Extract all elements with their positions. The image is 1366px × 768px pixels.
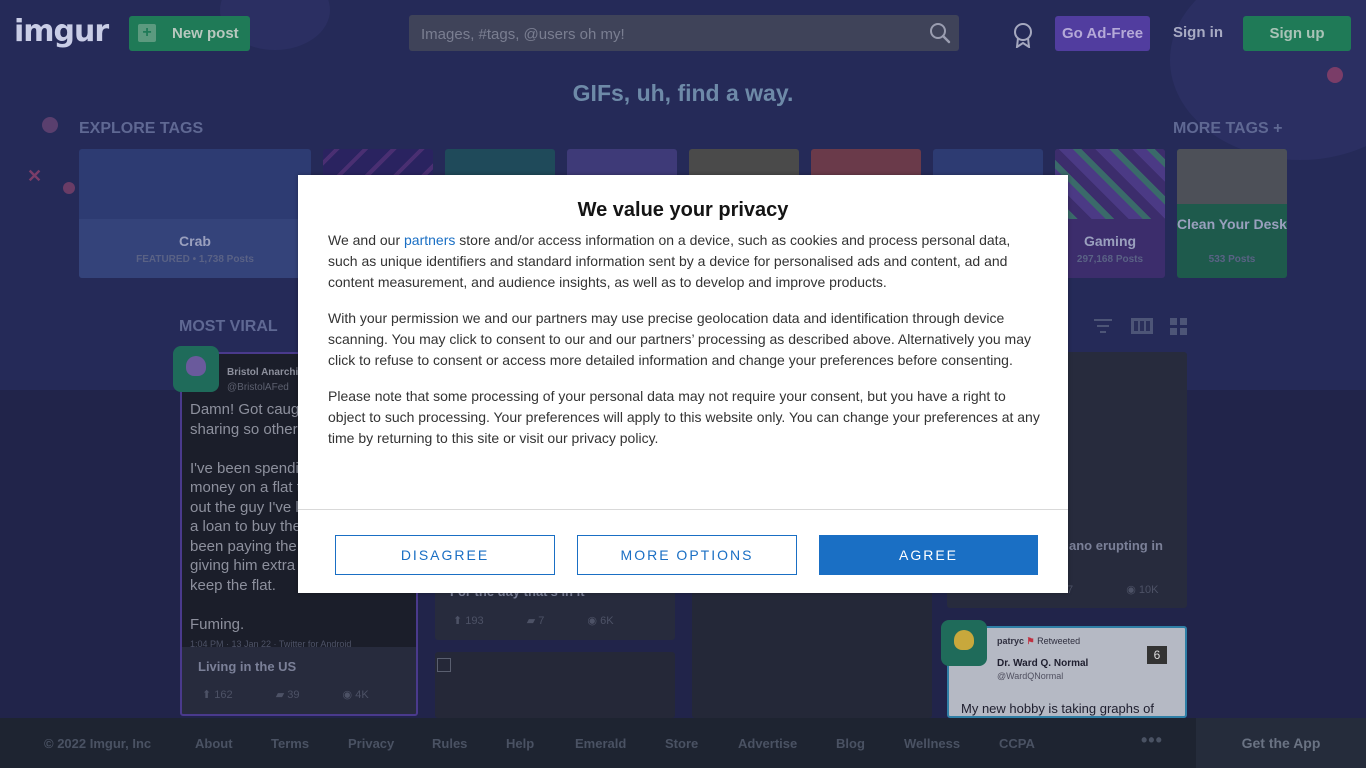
more-options-button[interactable]: MORE OPTIONS xyxy=(577,535,797,575)
disagree-button[interactable]: DISAGREE xyxy=(335,535,555,575)
consent-paragraph-3: Please note that some processing of your… xyxy=(328,388,1040,446)
dialog-title: We value your privacy xyxy=(577,199,789,221)
privacy-consent-dialog: We value your privacy We and our partner… xyxy=(298,175,1068,593)
divider xyxy=(298,509,1068,510)
partners-link[interactable]: partners xyxy=(404,232,455,248)
consent-paragraph-1: We and our partners store and/or access … xyxy=(328,230,1040,293)
consent-paragraph-2: With your permission we and our partners… xyxy=(328,310,1031,368)
consent-text: We and our xyxy=(328,232,405,248)
agree-button[interactable]: AGREE xyxy=(819,535,1038,575)
